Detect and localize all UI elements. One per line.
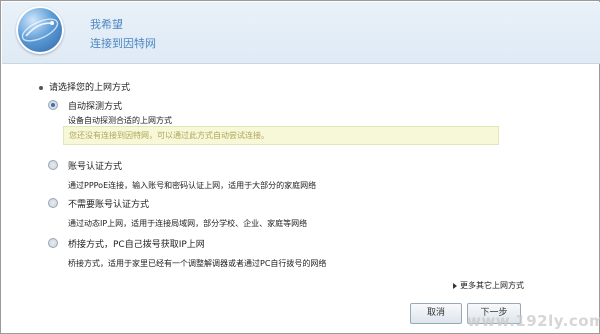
option-title[interactable]: 账号认证方式 <box>68 159 122 172</box>
radio-account-auth[interactable] <box>48 160 58 170</box>
more-methods-label[interactable]: 更多其它上网方式 <box>460 281 524 290</box>
section-heading: 请选择您的上网方式 <box>39 80 130 93</box>
cancel-button[interactable]: 取消 <box>410 303 462 324</box>
hint-text: 您还没有连接到因特网，可以通过此方式自动尝试连接。 <box>69 131 269 140</box>
bullet-icon <box>39 85 43 90</box>
wizard-header: 我希望 连接到因特网 <box>2 2 600 64</box>
option-description: 通过动态IP上网，适用于连接局域网，部分学校、企业、家庭等网络 <box>68 219 308 228</box>
option-title[interactable]: 桥接方式，PC自己拨号获取IP上网 <box>68 237 205 250</box>
radio-auto-detect[interactable] <box>48 100 58 110</box>
hint-box: 您还没有连接到因特网，可以通过此方式自动尝试连接。 <box>63 126 499 145</box>
page-subtitle: 连接到因特网 <box>90 37 156 50</box>
option-title[interactable]: 自动探测方式 <box>68 99 122 112</box>
option-title[interactable]: 不需要账号认证方式 <box>68 197 149 210</box>
option-description: 设备自动探测合适的上网方式 <box>68 116 172 125</box>
option-description: 通过PPPoE连接，输入账号和密码认证上网，适用于大部分的家庭网络 <box>68 181 317 190</box>
radio-bridge[interactable] <box>48 238 58 248</box>
page-title: 我希望 <box>90 18 123 31</box>
section-heading-label: 请选择您的上网方式 <box>49 83 131 93</box>
wizard-window: 我希望 连接到因特网 请选择您的上网方式 自动探测方式 设备自动探测合适的上网方… <box>0 0 600 334</box>
radio-no-auth[interactable] <box>48 198 58 208</box>
watermark: www.192ly.com <box>467 312 600 330</box>
globe-icon <box>16 6 64 54</box>
more-methods-link[interactable]: 更多其它上网方式 <box>453 280 524 291</box>
triangle-right-icon <box>453 282 457 289</box>
option-description: 桥接方式，适用于家里已经有一个调整解调器或者通过PC自行拨号的网络 <box>68 259 327 268</box>
